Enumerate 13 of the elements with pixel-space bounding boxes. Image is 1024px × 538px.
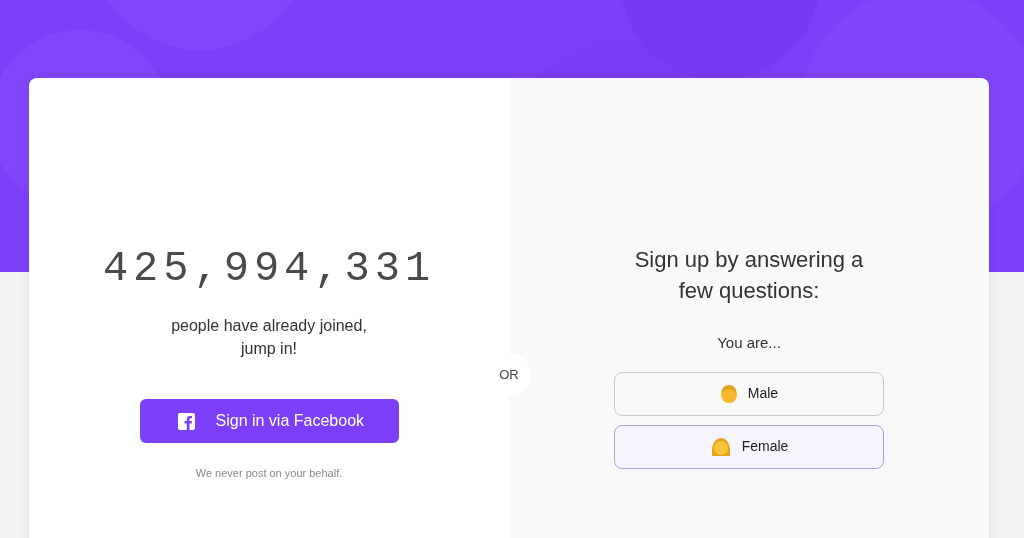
questionnaire-heading: few questions:: [678, 277, 820, 305]
questionnaire-heading: Sign up by answering a: [634, 246, 864, 274]
signup-caption: jump in!: [240, 339, 297, 359]
disclaimer-text: We never post on your behalf.: [195, 466, 343, 481]
woman-icon: [709, 435, 732, 458]
prompt-text: You are...: [717, 333, 781, 353]
facebook-signin-button[interactable]: Sign in via Facebook: [139, 399, 399, 443]
gender-option[interactable]: Male: [614, 371, 884, 416]
facebook-icon: [177, 412, 195, 430]
man-icon: [719, 383, 738, 404]
signup-counter: 425,994,331: [102, 248, 436, 290]
gender-option[interactable]: Female: [614, 424, 884, 469]
signup-caption: people have already joined,: [171, 316, 367, 336]
